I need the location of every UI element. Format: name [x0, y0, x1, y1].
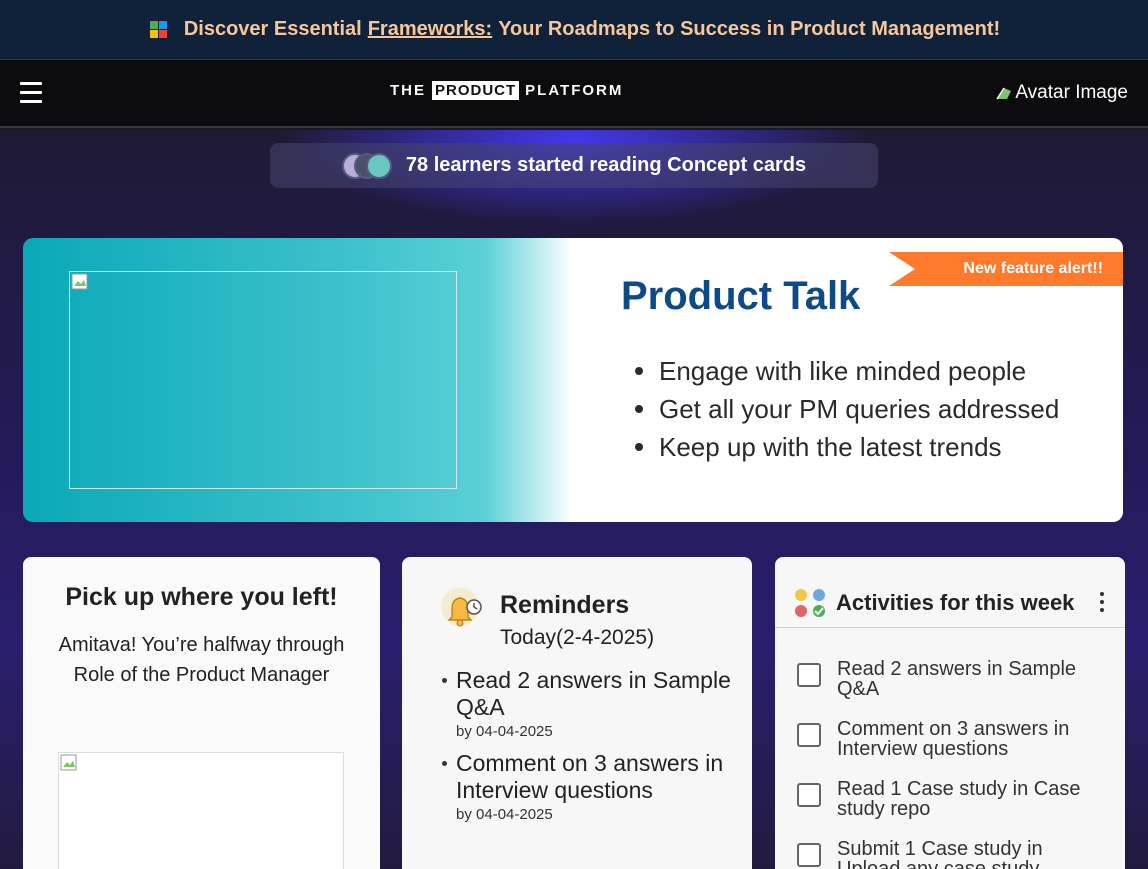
top-nav: THE PRODUCT PLATFORM Avatar Image — [0, 60, 1148, 128]
course-thumbnail[interactable] — [58, 752, 344, 869]
resume-course-link[interactable]: Role of the Product Manager — [53, 660, 350, 690]
reminder-text: Read 2 answers in Sample Q&A — [456, 667, 731, 720]
hero-bullet: Engage with like minded people — [635, 352, 1059, 390]
activity-label: Comment on 3 answers in Interview questi… — [837, 718, 1070, 760]
more-options-icon[interactable] — [1097, 592, 1107, 616]
activities-header: Activities for this week — [775, 557, 1125, 628]
activity-checkbox[interactable] — [797, 843, 821, 867]
announcement-bar: Discover Essential Frameworks: Your Road… — [0, 0, 1148, 60]
site-logo[interactable]: THE PRODUCT PLATFORM — [390, 80, 623, 100]
hero-bullet: Keep up with the latest trends — [635, 428, 1059, 466]
reminder-text: Comment on 3 answers in Interview questi… — [456, 750, 724, 803]
activity-item: Submit 1 Case study in Upload any case s… — [797, 839, 1107, 869]
new-feature-ribbon: New feature alert!! — [889, 252, 1123, 286]
hero-bullets: Engage with like minded people Get all y… — [635, 352, 1059, 466]
resume-progress-text: Amitava! You’re halfway through — [58, 634, 345, 656]
activities-icon — [795, 589, 825, 617]
resume-card: Pick up where you left! Amitava! You’re … — [23, 557, 380, 869]
reminders-title: Reminders — [500, 591, 630, 619]
reminders-list: Read 2 answers in Sample Q&A by 04-04-20… — [440, 667, 740, 833]
learner-avatar-icon — [365, 152, 392, 179]
avatar-alt-text: Avatar Image — [1015, 82, 1128, 103]
activities-list: Read 2 answers in Sample Q&A Comment on … — [797, 659, 1107, 869]
hero-title: Product Talk — [621, 274, 861, 318]
reminders-date: Today(2-4-2025) — [500, 626, 655, 649]
product-talk-banner[interactable]: Product Talk Engage with like minded peo… — [23, 238, 1123, 522]
broken-image-icon — [60, 754, 77, 771]
activity-checkbox[interactable] — [797, 663, 821, 687]
broken-image-icon — [996, 87, 1012, 100]
resume-title: Pick up where you left! — [65, 583, 338, 611]
reminder-due: by 04-04-2025 — [456, 806, 553, 823]
puzzle-icon — [149, 20, 167, 38]
hero-image — [69, 271, 457, 489]
learners-banner[interactable]: 78 learners started reading Concept card… — [270, 143, 878, 188]
announcement-prefix: Discover Essential — [183, 18, 362, 40]
reminder-item[interactable]: Read 2 answers in Sample Q&A by 04-04-20… — [440, 667, 740, 740]
activity-label: Submit 1 Case study in Upload any case s… — [837, 838, 1043, 869]
learner-avatars — [341, 152, 392, 179]
activity-label: Read 2 answers in Sample Q&A — [837, 658, 1077, 700]
learners-text: 78 learners started reading Concept card… — [405, 154, 807, 176]
logo-the: THE — [390, 81, 426, 99]
bell-icon — [441, 588, 482, 627]
activity-checkbox[interactable] — [797, 783, 821, 807]
activity-item: Read 1 Case study in Case study repo — [797, 779, 1107, 839]
reminder-due: by 04-04-2025 — [456, 723, 553, 740]
logo-platform: PLATFORM — [525, 81, 624, 99]
activity-item: Read 2 answers in Sample Q&A — [797, 659, 1107, 719]
resume-message: Amitava! You’re halfway through Role of … — [23, 630, 380, 690]
avatar[interactable]: Avatar Image — [995, 82, 1128, 104]
hero-bullet: Get all your PM queries addressed — [635, 390, 1059, 428]
logo-product: PRODUCT — [432, 80, 520, 100]
frameworks-link[interactable]: Frameworks: — [368, 18, 493, 41]
reminders-card: Reminders Today(2-4-2025) Read 2 answers… — [402, 557, 752, 869]
activities-title: Activities for this week — [836, 590, 1075, 615]
activities-card: Activities for this week Read 2 answers … — [775, 557, 1125, 869]
activity-checkbox[interactable] — [797, 723, 821, 747]
reminder-item[interactable]: Comment on 3 answers in Interview questi… — [440, 750, 740, 823]
menu-icon[interactable] — [20, 82, 42, 106]
activity-label: Read 1 Case study in Case study repo — [837, 778, 1081, 820]
broken-image-icon — [71, 273, 88, 290]
announcement-suffix: Your Roadmaps to Success in Product Mana… — [498, 18, 1001, 40]
activity-item: Comment on 3 answers in Interview questi… — [797, 719, 1107, 779]
